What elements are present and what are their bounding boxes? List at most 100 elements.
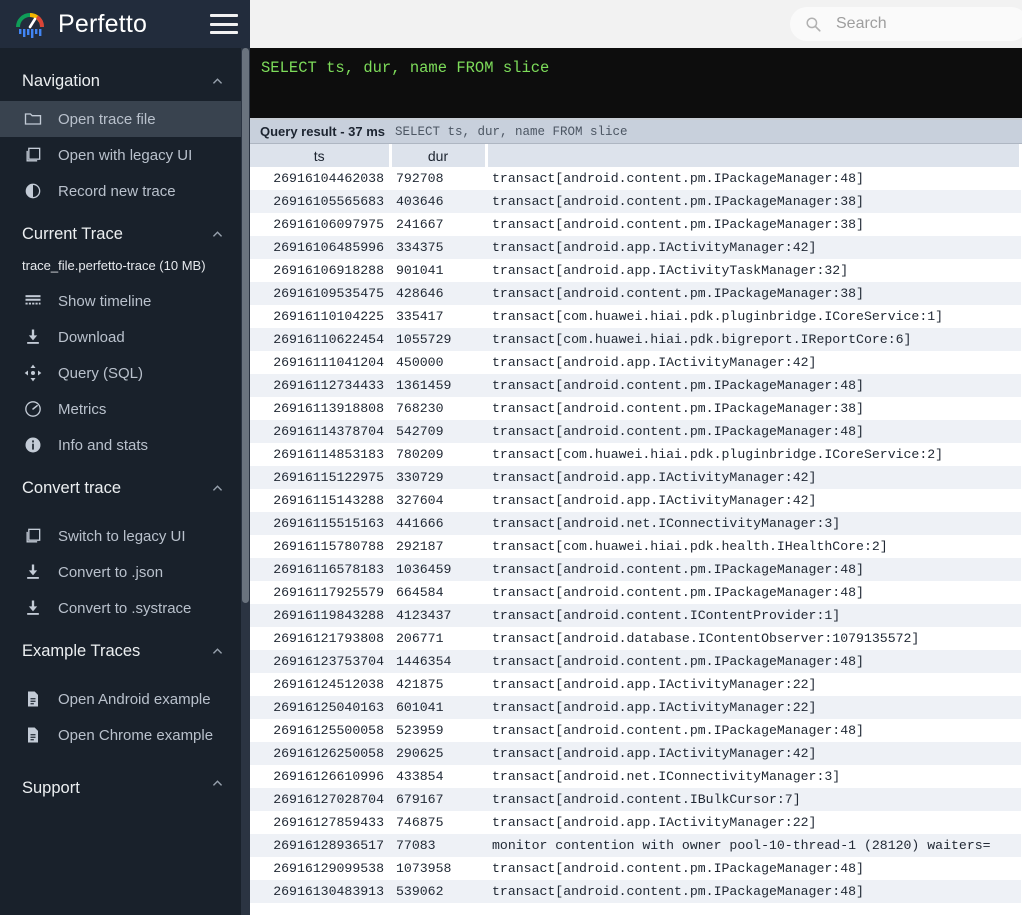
table-cell-dur: 901041 (390, 259, 486, 282)
sidebar-item-query-sql[interactable]: Query (SQL) (0, 355, 250, 391)
sidebar-item-switch-to-legacy-ui[interactable]: Switch to legacy UI (0, 518, 250, 554)
search-input[interactable] (836, 15, 1022, 33)
table-cell-ts: 26916116578183 (250, 558, 390, 581)
query-result-table-wrap[interactable]: ts dur 26916104462038 792708 transact[andr… (250, 144, 1022, 915)
column-header-name[interactable] (486, 144, 1022, 167)
download-icon (22, 326, 44, 348)
sidebar-item-convert-to-systrace[interactable]: Convert to .systrace (0, 590, 250, 626)
sidebar-item-download[interactable]: Download (0, 319, 250, 355)
chevron-up-icon[interactable] (211, 480, 224, 493)
table-cell-name: transact[android.content.pm.IPackageMana… (486, 167, 1021, 190)
table-row[interactable]: 26916126250058 290625 transact[android.app… (250, 742, 1021, 765)
sidebar-scrollbar[interactable] (241, 48, 250, 915)
table-row[interactable]: 26916121793808 206771 transact[android.dat… (250, 627, 1021, 650)
table-cell-ts: 26916104462038 (250, 167, 390, 190)
sidebar-item-metrics[interactable]: Metrics (0, 391, 250, 427)
sidebar-section-title-example-traces[interactable]: Example Traces (0, 626, 250, 671)
table-cell-dur: 792708 (390, 167, 486, 190)
sidebar-item-open-android-example[interactable]: Open Android example (0, 681, 250, 717)
table-row[interactable]: 26916106097975 241667 transact[android.con… (250, 213, 1021, 236)
query-result-title: Query result - 37 ms (260, 124, 385, 139)
chevron-up-icon[interactable] (211, 643, 224, 656)
table-row[interactable]: 26916127028704 679167 transact[android.con… (250, 788, 1021, 811)
table-row[interactable]: 26916124512038 421875 transact[android.app… (250, 673, 1021, 696)
table-row[interactable]: 26916104462038 792708 transact[android.con… (250, 167, 1021, 190)
table-cell-ts: 26916115122975 (250, 466, 390, 489)
table-cell-ts: 26916106485996 (250, 236, 390, 259)
column-header-dur[interactable]: dur (390, 144, 488, 167)
sidebar-section-title-convert-trace[interactable]: Convert trace (0, 463, 250, 508)
table-row[interactable]: 26916106918288 901041 transact[android.app… (250, 259, 1021, 282)
chevron-up-icon[interactable] (211, 73, 224, 86)
table-cell-ts: 26916114853183 (250, 443, 390, 466)
table-row[interactable]: 26916125040163 601041 transact[android.app… (250, 696, 1021, 719)
table-cell-dur: 601041 (390, 696, 486, 719)
sidebar-item-open-chrome-example[interactable]: Open Chrome example (0, 717, 250, 753)
perfetto-gauge-logo-icon (14, 8, 46, 40)
table-cell-name: transact[android.content.IBulkCursor:7] (486, 788, 1021, 811)
sidebar-item-label: Record new trace (58, 182, 176, 200)
sidebar-section-title-current-trace[interactable]: Current Trace (0, 209, 250, 254)
table-row[interactable]: 26916123753704 1446354 transact[android.co… (250, 650, 1021, 673)
table-row[interactable]: 26916109535475 428646 transact[android.con… (250, 282, 1021, 305)
table-row[interactable]: 26916114853183 780209 transact[com.huawei.… (250, 443, 1021, 466)
table-cell-name: transact[android.content.pm.IPackageMana… (486, 650, 1021, 673)
sidebar-item-record-new-trace[interactable]: Record new trace (0, 173, 250, 209)
table-cell-ts: 26916117925579 (250, 581, 390, 604)
sidebar-section-current-trace: Current Trace trace_file.perfetto-trace … (0, 209, 250, 463)
query-result-table: ts dur 26916104462038 792708 transact[andr… (250, 144, 1022, 903)
table-cell-name: monitor contention with owner pool-10-th… (486, 834, 1021, 857)
table-cell-ts: 26916121793808 (250, 627, 390, 650)
table-row[interactable]: 26916115515163 441666 transact[android.net… (250, 512, 1021, 535)
chevron-up-icon[interactable] (211, 775, 224, 788)
table-cell-ts: 26916126250058 (250, 742, 390, 765)
table-row[interactable]: 26916115122975 330729 transact[android.app… (250, 466, 1021, 489)
table-row[interactable]: 26916111041204 450000 transact[android.app… (250, 351, 1021, 374)
table-cell-dur: 768230 (390, 397, 486, 420)
sidebar-item-open-with-legacy-ui[interactable]: Open with legacy UI (0, 137, 250, 173)
table-cell-ts: 26916125040163 (250, 696, 390, 719)
sidebar-item-show-timeline[interactable]: Show timeline (0, 283, 250, 319)
omnibox[interactable] (790, 7, 1022, 41)
sidebar-item-info-and-stats[interactable]: Info and stats (0, 427, 250, 463)
table-row[interactable]: 26916129099538 1073958 transact[android.co… (250, 857, 1021, 880)
sidebar-section-convert-trace: Convert trace Switch to legacy UI Conver… (0, 463, 250, 626)
table-row[interactable]: 26916126610996 433854 transact[android.net… (250, 765, 1021, 788)
sidebar-section-title-support[interactable]: Support (0, 753, 250, 808)
table-row[interactable]: 26916119843288 4123437 transact[android.co… (250, 604, 1021, 627)
table-cell-ts: 26916125500058 (250, 719, 390, 742)
table-row[interactable]: 26916105565683 403646 transact[android.con… (250, 190, 1021, 213)
table-cell-dur: 292187 (390, 535, 486, 558)
download-icon (22, 597, 44, 619)
table-cell-name: transact[android.content.IContentProvide… (486, 604, 1021, 627)
table-cell-name: transact[android.content.pm.IPackageMana… (486, 857, 1021, 880)
table-row[interactable]: 26916127859433 746875 transact[android.app… (250, 811, 1021, 834)
table-row[interactable]: 26916110104225 335417 transact[com.huawei.… (250, 305, 1021, 328)
table-row[interactable]: 26916130483913 539062 transact[android.con… (250, 880, 1021, 903)
table-header: ts dur (250, 144, 1022, 167)
query-editor[interactable]: SELECT ts, dur, name FROM slice (250, 48, 1022, 120)
table-row[interactable]: 26916106485996 334375 transact[android.app… (250, 236, 1021, 259)
sidebar-scrollbar-thumb[interactable] (242, 48, 249, 603)
table-cell-dur: 679167 (390, 788, 486, 811)
table-cell-dur: 1036459 (390, 558, 486, 581)
table-row[interactable]: 26916110622454 1055729 transact[com.huawei… (250, 328, 1021, 351)
table-row[interactable]: 26916115143288 327604 transact[android.app… (250, 489, 1021, 512)
table-row[interactable]: 26916116578183 1036459 transact[android.co… (250, 558, 1021, 581)
column-header-ts[interactable]: ts (250, 144, 392, 167)
table-row[interactable]: 26916128936517 77083 monitor contention wi… (250, 834, 1021, 857)
sidebar-section-title-navigation[interactable]: Navigation (0, 56, 250, 101)
chevron-up-icon[interactable] (211, 226, 224, 239)
table-row[interactable]: 26916117925579 664584 transact[android.con… (250, 581, 1021, 604)
table-row[interactable]: 26916115780788 292187 transact[com.huawei.… (250, 535, 1021, 558)
sidebar-section-navigation: Navigation Open trace file Open with leg… (0, 56, 250, 209)
download-icon (22, 561, 44, 583)
table-row[interactable]: 26916112734433 1361459 transact[android.co… (250, 374, 1021, 397)
table-cell-name: transact[android.app.IActivityManager:42… (486, 466, 1021, 489)
sidebar-item-convert-to-json[interactable]: Convert to .json (0, 554, 250, 590)
table-row[interactable]: 26916125500058 523959 transact[android.con… (250, 719, 1021, 742)
hamburger-menu-icon[interactable] (210, 14, 238, 34)
table-row[interactable]: 26916113918808 768230 transact[android.con… (250, 397, 1021, 420)
sidebar-item-open-trace-file[interactable]: Open trace file (0, 101, 250, 137)
table-row[interactable]: 26916114378704 542709 transact[android.con… (250, 420, 1021, 443)
